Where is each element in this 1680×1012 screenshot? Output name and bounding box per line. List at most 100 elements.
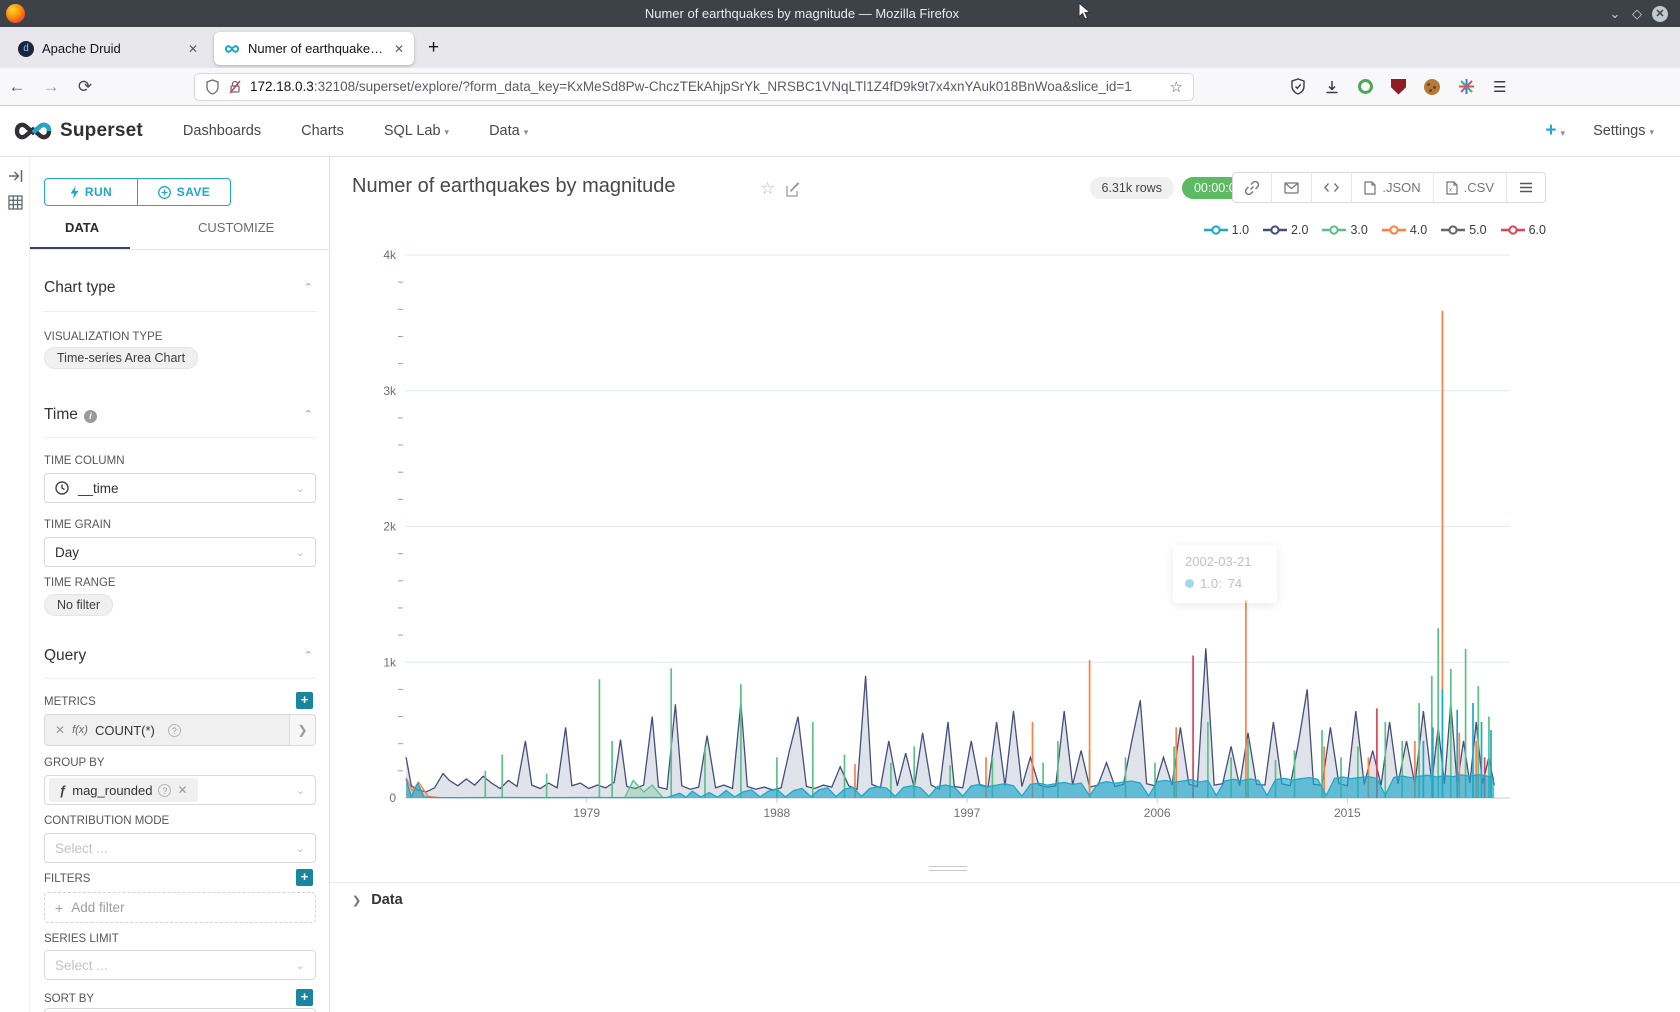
- embed-code-button[interactable]: [1312, 173, 1352, 202]
- browser-tab-apache-druid[interactable]: d Apache Druid ✕: [8, 32, 208, 65]
- tab-data[interactable]: DATA: [65, 220, 99, 235]
- url-text: 172.18.0.3:32108/superset/explore/?form_…: [250, 79, 1170, 94]
- cookie-icon[interactable]: [1424, 79, 1440, 95]
- envelope-icon: [1284, 182, 1299, 194]
- chevron-up-icon[interactable]: ⌃: [304, 649, 313, 662]
- section-time[interactable]: Timei: [44, 406, 97, 424]
- bookmark-star-icon[interactable]: ☆: [1170, 78, 1183, 96]
- expand-dataset-panel-icon[interactable]: [8, 169, 24, 183]
- forward-button[interactable]: →: [34, 77, 68, 97]
- export-json-button[interactable]: .JSON: [1352, 173, 1433, 202]
- viz-type-pill[interactable]: Time-series Area Chart: [44, 347, 198, 369]
- datasource-grid-icon[interactable]: [8, 195, 23, 210]
- legend-item-5.0[interactable]: 5.0: [1441, 223, 1486, 237]
- browser-tab-active-superset[interactable]: Numer of earthquakes by ✕: [214, 32, 414, 65]
- save-button[interactable]: SAVE: [138, 179, 230, 205]
- extension-green-ring-icon[interactable]: [1358, 79, 1373, 94]
- multicolor-asterisk-icon[interactable]: [1458, 78, 1475, 95]
- remove-group-by-icon[interactable]: ✕: [177, 783, 187, 797]
- edit-title-icon[interactable]: [786, 182, 801, 197]
- back-button[interactable]: ←: [0, 77, 34, 97]
- window-close-button[interactable]: ✕: [1652, 6, 1668, 22]
- legend-item-2.0[interactable]: 2.0: [1263, 223, 1308, 237]
- window-maximize-button[interactable]: ◇: [1626, 6, 1648, 22]
- ublock-shield-icon[interactable]: [1391, 79, 1406, 95]
- nav-dashboards[interactable]: Dashboards: [183, 123, 261, 139]
- add-filter-plus-button[interactable]: +: [296, 869, 313, 886]
- code-icon: [1324, 182, 1339, 193]
- data-panel-label: Data: [371, 892, 402, 908]
- run-save-button-group: RUN SAVE: [44, 178, 231, 206]
- settings-menu[interactable]: Settings▾: [1593, 123, 1654, 139]
- expand-metric-icon[interactable]: ❯: [289, 715, 315, 745]
- add-filter-box[interactable]: + Add filter: [44, 892, 316, 923]
- chart-legend: 1.0 2.0 3.0 4.0 5.0 6.0: [1204, 223, 1546, 237]
- chevron-up-icon[interactable]: ⌃: [304, 408, 313, 421]
- series-limit-select[interactable]: Select ... ⌄: [44, 950, 316, 980]
- svg-text:1997: 1997: [954, 806, 981, 820]
- contribution-mode-select[interactable]: Select ... ⌄: [44, 833, 316, 863]
- section-query[interactable]: Query: [44, 647, 86, 665]
- placeholder: Select ...: [55, 841, 108, 856]
- nav-charts[interactable]: Charts: [301, 123, 344, 139]
- tab-customize[interactable]: CUSTOMIZE: [198, 220, 274, 235]
- contribution-mode-label: CONTRIBUTION MODE: [44, 815, 169, 827]
- legend-item-3.0[interactable]: 3.0: [1322, 223, 1367, 237]
- nav-sql-lab[interactable]: SQL Lab▾: [384, 123, 449, 139]
- caret-down-icon: ▾: [1649, 127, 1654, 137]
- legend-item-4.0[interactable]: 4.0: [1382, 223, 1427, 237]
- chevron-down-icon: ⌄: [296, 959, 305, 972]
- metric-item[interactable]: ✕ f(x) COUNT(*) ? ❯: [44, 714, 316, 746]
- time-range-pill[interactable]: No filter: [44, 594, 113, 616]
- tab-close-icon[interactable]: ✕: [394, 42, 404, 56]
- favorite-star-icon[interactable]: ☆: [760, 179, 775, 199]
- chart-canvas[interactable]: 01k2k3k4k19791988199720062015 2002-03-21…: [330, 240, 1680, 840]
- legend-item-6.0[interactable]: 6.0: [1501, 223, 1546, 237]
- superset-navbar: Superset Dashboards Charts SQL Lab▾ Data…: [0, 106, 1680, 157]
- time-column-select[interactable]: __time ⌄: [44, 473, 316, 503]
- sort-by-select[interactable]: [44, 1008, 316, 1012]
- tooltip-date: 2002-03-21: [1185, 554, 1265, 569]
- nav-data[interactable]: Data▾: [489, 123, 528, 139]
- filters-label: FILTERS: [44, 873, 90, 885]
- group-by-label: GROUP BY: [44, 757, 105, 769]
- export-csv-button[interactable]: x .CSV: [1434, 173, 1507, 202]
- data-results-collapse[interactable]: ❯ Data: [352, 892, 403, 908]
- copy-link-button[interactable]: [1233, 173, 1272, 202]
- add-metric-button[interactable]: +: [296, 692, 313, 709]
- time-column-value: __time: [78, 481, 119, 496]
- question-icon: ?: [158, 784, 171, 797]
- group-by-select[interactable]: ƒ mag_rounded ? ✕ ⌄: [44, 775, 316, 805]
- dataset-rail: [0, 157, 30, 1012]
- chart-title: Numer of earthquakes by magnitude: [352, 175, 676, 198]
- link-icon: [1245, 181, 1259, 195]
- superset-logo[interactable]: Superset: [14, 120, 143, 142]
- panel-resize-handle[interactable]: [929, 866, 967, 874]
- export-csv-label: .CSV: [1464, 180, 1494, 195]
- remove-metric-icon[interactable]: ✕: [55, 723, 65, 737]
- group-by-chip[interactable]: ƒ mag_rounded ? ✕: [49, 778, 198, 802]
- email-button[interactable]: [1272, 173, 1312, 202]
- url-host: 172.18.0.3: [250, 79, 314, 94]
- export-json-label: .JSON: [1382, 180, 1420, 195]
- window-minimize-button[interactable]: ⌄: [1604, 6, 1626, 22]
- section-chart-type[interactable]: Chart type: [44, 279, 116, 297]
- chart-menu-button[interactable]: [1507, 173, 1545, 202]
- chevron-up-icon[interactable]: ⌃: [304, 281, 313, 294]
- download-icon[interactable]: [1324, 79, 1340, 95]
- reload-button[interactable]: ⟳: [68, 77, 102, 97]
- time-grain-select[interactable]: Day ⌄: [44, 537, 316, 567]
- tab-close-icon[interactable]: ✕: [188, 42, 198, 56]
- new-tab-button[interactable]: +: [428, 37, 439, 59]
- new-item-button[interactable]: +▾: [1545, 120, 1565, 142]
- run-button[interactable]: RUN: [45, 179, 138, 205]
- url-bar[interactable]: 172.18.0.3:32108/superset/explore/?form_…: [194, 73, 1194, 101]
- add-sort-by-button[interactable]: +: [296, 989, 313, 1006]
- protections-shield-icon[interactable]: [1290, 78, 1306, 95]
- insecure-lock-icon[interactable]: [228, 79, 242, 95]
- tooltip-series-dot: [1185, 579, 1194, 588]
- druid-favicon: d: [18, 41, 34, 57]
- legend-item-1.0[interactable]: 1.0: [1204, 223, 1249, 237]
- permissions-shield-icon[interactable]: [205, 79, 220, 95]
- hamburger-menu-icon[interactable]: ☰: [1493, 78, 1506, 96]
